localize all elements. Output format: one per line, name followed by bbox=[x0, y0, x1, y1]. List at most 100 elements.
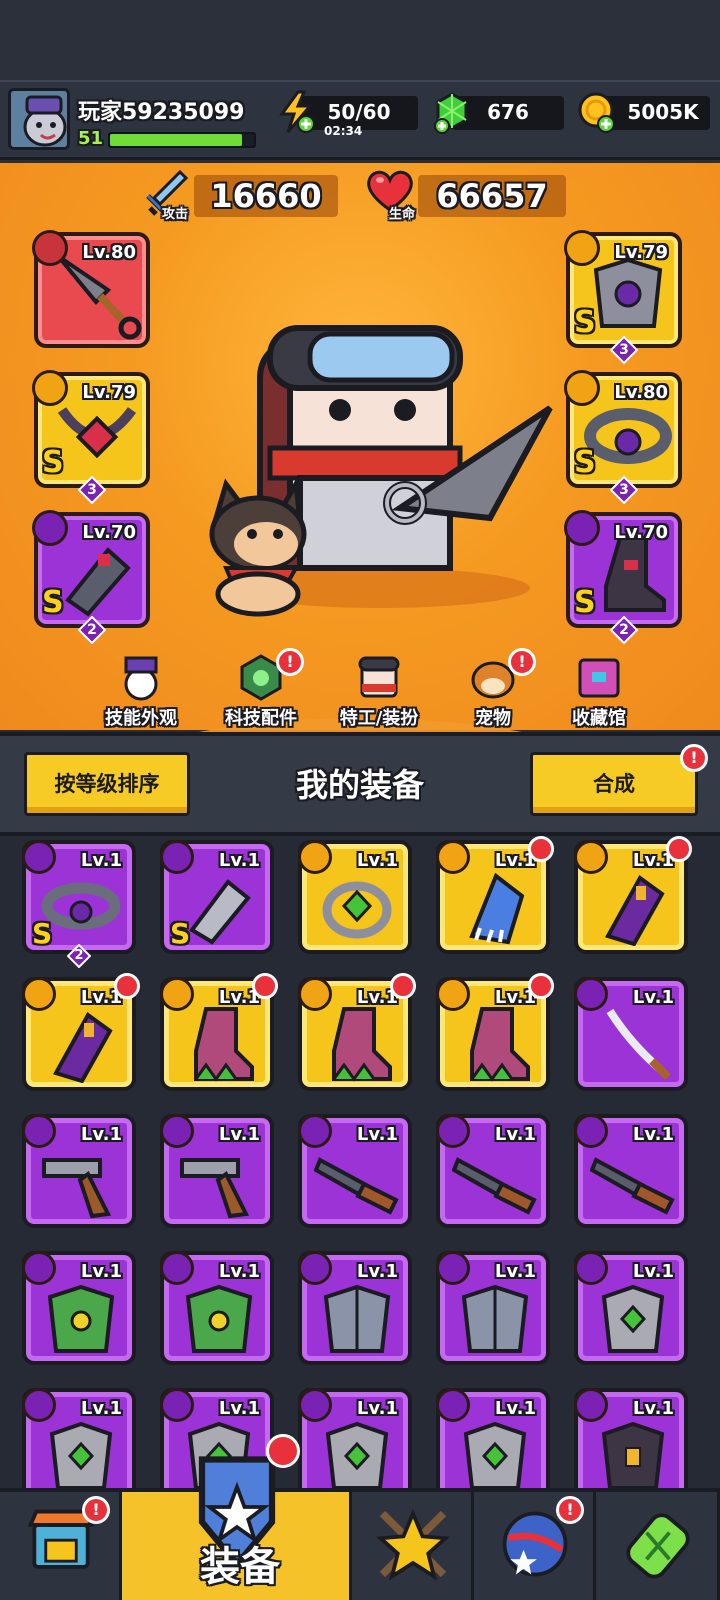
equipped-boots-slot[interactable]: Lv.70 S 2 bbox=[564, 510, 682, 645]
nav-tab-label: 装备 bbox=[200, 1544, 280, 1590]
avatar[interactable] bbox=[8, 88, 70, 150]
item-level: Lv.1 bbox=[218, 1124, 260, 1145]
merge-alert-badge: ! bbox=[680, 744, 708, 772]
gem-icon[interactable] bbox=[430, 90, 474, 136]
game-screen: 玩家59235099 51 50/60 02:34 676 5005K 攻击 1… bbox=[0, 0, 720, 1600]
item-level: Lv.1 bbox=[356, 1261, 398, 1282]
nav-tab[interactable] bbox=[596, 1492, 720, 1600]
item-type-badge bbox=[298, 977, 332, 1011]
player-name: 玩家59235099 bbox=[78, 100, 245, 125]
nav-tab[interactable]: ! bbox=[0, 1492, 122, 1600]
item-level: Lv.1 bbox=[632, 1398, 674, 1419]
item-type-badge bbox=[22, 977, 56, 1011]
equipment-item[interactable]: Lv.1 bbox=[22, 1388, 136, 1490]
nav-tab[interactable] bbox=[352, 1492, 474, 1600]
equipment-item[interactable]: Lv.1 bbox=[574, 977, 688, 1091]
equipment-item[interactable]: Lv.1 bbox=[298, 1114, 412, 1228]
new-item-badge bbox=[114, 973, 140, 999]
item-type-badge bbox=[574, 1388, 608, 1422]
equipment-item[interactable]: Lv.1 bbox=[298, 1251, 412, 1365]
equipment-item[interactable]: Lv.1 bbox=[22, 973, 140, 1091]
belt-type-badge bbox=[564, 370, 600, 406]
equipped-necklace-slot[interactable]: Lv.79 S 3 bbox=[32, 370, 150, 505]
item-level: Lv.1 bbox=[218, 850, 260, 871]
alert-badge bbox=[266, 1434, 300, 1468]
equipment-item[interactable]: Lv.1 bbox=[436, 1388, 550, 1490]
steel-armor-icon bbox=[461, 1284, 529, 1353]
weapon-type-badge bbox=[32, 230, 68, 266]
merge-button[interactable]: 合成 bbox=[530, 752, 698, 816]
menu-item-label: 特工/装扮 bbox=[339, 708, 419, 729]
hat-ball-icon bbox=[124, 656, 158, 701]
xp-progress-fill bbox=[110, 134, 243, 146]
new-item-badge bbox=[390, 973, 416, 999]
menu-item-label: 收藏馆 bbox=[572, 708, 626, 729]
equipment-item[interactable]: Lv.1 bbox=[574, 1114, 688, 1228]
hp-value: 66657 bbox=[436, 177, 548, 215]
equipment-item[interactable]: Lv.1 bbox=[436, 1251, 550, 1365]
attack-stat: 16660 bbox=[194, 175, 338, 217]
battle-star-icon bbox=[376, 1508, 450, 1581]
equipment-item[interactable]: Lv.1 bbox=[298, 840, 412, 954]
item-level: Lv.1 bbox=[218, 1261, 260, 1282]
sort-by-level-button[interactable]: 按等级排序 bbox=[24, 752, 190, 816]
item-type-badge bbox=[298, 1388, 332, 1422]
slot-level: Lv.80 bbox=[614, 382, 668, 403]
equipment-item[interactable]: Lv.1 bbox=[436, 1114, 550, 1228]
equipment-item[interactable]: Lv.1 bbox=[160, 973, 278, 1091]
gray-armor-icon bbox=[463, 1421, 527, 1490]
equipped-gloves-slot[interactable]: Lv.70 S 2 bbox=[32, 510, 150, 645]
menu-item[interactable]: 科技配件! bbox=[206, 648, 316, 732]
item-level: Lv.1 bbox=[218, 1398, 260, 1419]
pet-dog[interactable] bbox=[196, 478, 316, 618]
equipment-grid: Lv.1 S 2 Lv.1 S Lv.1 Lv.1 Lv.1 Lv.1 Lv.1 Lv… bbox=[0, 836, 720, 1490]
slot-level: Lv.70 bbox=[82, 522, 136, 543]
equipment-item[interactable]: Lv.1 bbox=[160, 1251, 274, 1365]
hp-label: 生命 bbox=[389, 207, 416, 222]
menu-item[interactable]: 收藏馆 bbox=[544, 652, 654, 732]
item-type-badge bbox=[160, 1388, 194, 1422]
equipment-item[interactable]: Lv.1 bbox=[298, 1388, 412, 1490]
agent-head-icon bbox=[358, 656, 400, 698]
menu-item[interactable]: 技能外观 bbox=[86, 652, 196, 732]
claw-icon bbox=[469, 872, 525, 945]
gray-armor-icon bbox=[601, 1284, 665, 1353]
menu-item[interactable]: 宠物! bbox=[438, 648, 548, 732]
gold-coin-icon[interactable] bbox=[576, 90, 620, 136]
equipment-item[interactable]: Lv.1 bbox=[22, 1251, 136, 1365]
equipment-item[interactable]: Lv.1 bbox=[436, 836, 554, 954]
dna-capsule-icon bbox=[626, 1513, 690, 1579]
equipped-belt-slot[interactable]: Lv.80 S 3 bbox=[564, 370, 682, 505]
equipment-item[interactable]: Lv.1 bbox=[160, 1114, 274, 1228]
equipment-item[interactable]: Lv.1 bbox=[22, 1114, 136, 1228]
item-level: Lv.1 bbox=[80, 1261, 122, 1282]
energy-timer: 02:34 bbox=[324, 124, 363, 138]
equipment-item[interactable]: Lv.1 S 2 bbox=[22, 840, 136, 969]
alert-badge: ! bbox=[82, 1496, 110, 1524]
item-type-badge bbox=[22, 1388, 56, 1422]
equipped-weapon-slot[interactable]: Lv.80 bbox=[32, 230, 150, 348]
equipment-item[interactable]: Lv.1 bbox=[298, 973, 416, 1091]
item-type-badge bbox=[22, 1114, 56, 1148]
star-count: 3 bbox=[619, 342, 629, 358]
item-type-badge bbox=[298, 840, 332, 874]
energy-bolt-icon[interactable] bbox=[276, 90, 318, 136]
alert-badge: ! bbox=[508, 648, 536, 676]
boot-icon bbox=[332, 1007, 392, 1082]
equipped-armor-slot[interactable]: Lv.79 S 3 bbox=[564, 230, 682, 365]
equipment-item[interactable]: Lv.1 bbox=[436, 973, 554, 1091]
kunai-icon bbox=[56, 254, 142, 340]
grade-label: S bbox=[42, 585, 64, 620]
item-level: Lv.1 bbox=[494, 1261, 536, 1282]
equipment-item[interactable]: Lv.1 bbox=[574, 1251, 688, 1365]
equipment-item[interactable]: Lv.1 bbox=[574, 1388, 688, 1490]
equipment-item[interactable]: Lv.1 S bbox=[160, 840, 274, 954]
equipment-item[interactable]: Lv.1 bbox=[574, 836, 692, 954]
xp-progress-bar bbox=[108, 132, 256, 148]
nav-tab[interactable]: ! bbox=[474, 1492, 596, 1600]
menu-item[interactable]: 特工/装扮 bbox=[324, 652, 434, 732]
item-type-badge bbox=[574, 1114, 608, 1148]
item-type-badge bbox=[436, 1388, 470, 1422]
gloves-type-badge bbox=[32, 510, 68, 546]
item-type-badge bbox=[22, 1251, 56, 1285]
